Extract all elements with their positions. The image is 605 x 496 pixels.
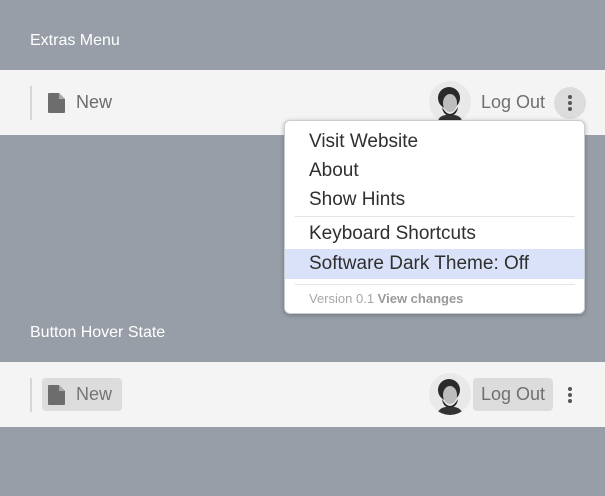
- new-button-hover[interactable]: New: [42, 378, 123, 411]
- view-changes-link[interactable]: View changes: [378, 291, 464, 306]
- section-title-extras-menu: Extras Menu: [30, 32, 120, 49]
- menu-item-show-hints[interactable]: Show Hints: [285, 185, 584, 215]
- toolbar-hover-state: New Log Out: [0, 362, 605, 427]
- user-avatar[interactable]: [429, 81, 471, 123]
- more-menu-button[interactable]: [554, 87, 586, 119]
- menu-item-visit-website[interactable]: Visit Website: [285, 127, 584, 157]
- menu-separator: [295, 284, 575, 285]
- new-button-label: New: [76, 92, 113, 112]
- logout-button-hover[interactable]: Log Out: [473, 378, 554, 411]
- more-menu-button[interactable]: [554, 379, 586, 411]
- menu-separator: [295, 216, 575, 217]
- user-avatar[interactable]: [429, 373, 471, 415]
- version-text: Version 0.1: [309, 291, 375, 306]
- file-icon: [48, 92, 65, 113]
- new-button[interactable]: New: [42, 86, 122, 119]
- new-button-label: New: [76, 384, 113, 404]
- menu-item-keyboard-shortcuts[interactable]: Keyboard Shortcuts: [285, 219, 584, 249]
- logout-button-label: Log Out: [481, 384, 546, 404]
- logout-button[interactable]: Log Out: [473, 86, 553, 119]
- section-title-button-hover: Button Hover State: [30, 324, 166, 341]
- extras-dropdown-menu: Visit Website About Show Hints Keyboard …: [284, 120, 585, 314]
- menu-item-dark-theme[interactable]: Software Dark Theme: Off: [285, 249, 584, 279]
- more-vertical-icon: [568, 387, 572, 403]
- more-vertical-icon: [568, 95, 572, 111]
- toolbar-divider: [30, 378, 32, 412]
- version-footer: Version 0.1 View changes: [309, 291, 463, 306]
- file-icon: [48, 384, 65, 405]
- logout-button-label: Log Out: [481, 92, 546, 112]
- toolbar-divider: [30, 86, 32, 120]
- menu-item-about[interactable]: About: [285, 156, 584, 186]
